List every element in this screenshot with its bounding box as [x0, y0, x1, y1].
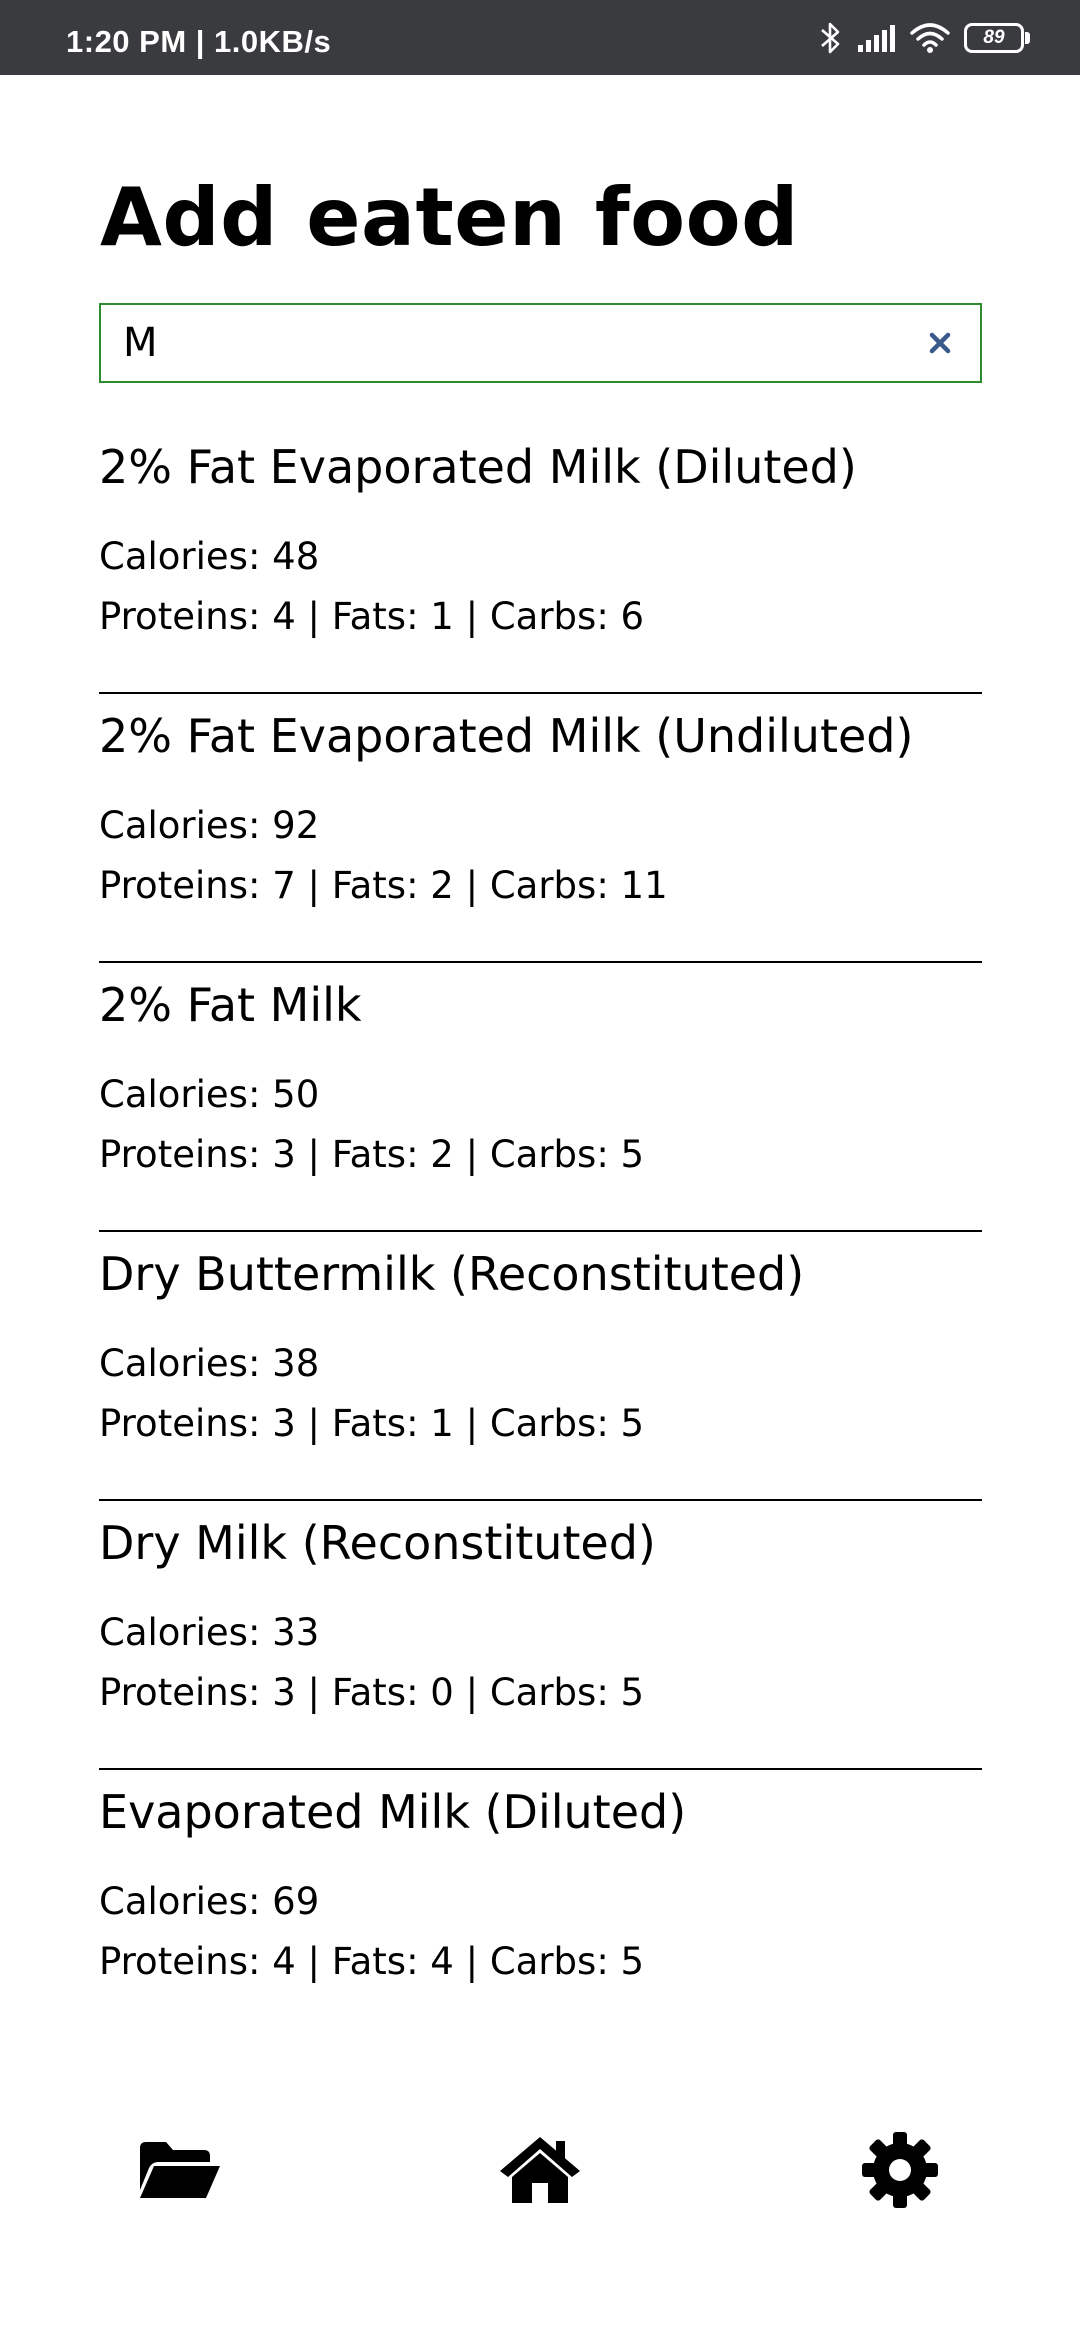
bottom-nav	[0, 2110, 1080, 2230]
food-list-item[interactable]: 2% Fat Evaporated Milk (Diluted) Calorie…	[99, 425, 982, 694]
food-results-list: 2% Fat Evaporated Milk (Diluted) Calorie…	[99, 425, 982, 2039]
food-name: Dry Buttermilk (Reconstituted)	[99, 1247, 805, 1301]
food-name: Dry Milk (Reconstituted)	[99, 1516, 656, 1570]
folder-open-icon	[140, 2142, 220, 2198]
page-title: Add eaten food	[100, 171, 799, 264]
battery-level: 89	[964, 23, 1024, 53]
status-time: 1:20 PM | 1.0KB/s	[66, 24, 332, 59]
food-name: 2% Fat Milk	[99, 978, 362, 1032]
battery-icon: 89	[964, 23, 1030, 53]
wifi-icon	[910, 23, 950, 53]
status-icons: 89	[820, 18, 1030, 58]
food-macros: Proteins: 7 | Fats: 2 | Carbs: 11	[99, 864, 668, 907]
food-macros: Proteins: 3 | Fats: 0 | Carbs: 5	[99, 1671, 645, 1714]
food-list-item[interactable]: Dry Milk (Reconstituted) Calories: 33 Pr…	[99, 1501, 982, 1770]
nav-settings-button[interactable]	[840, 2110, 960, 2230]
food-name: 2% Fat Evaporated Milk (Diluted)	[99, 440, 857, 494]
food-calories: Calories: 48	[99, 535, 320, 578]
food-calories: Calories: 50	[99, 1073, 320, 1116]
food-macros: Proteins: 3 | Fats: 2 | Carbs: 5	[99, 1133, 645, 1176]
bluetooth-icon	[820, 20, 842, 56]
food-list-item[interactable]: Evaporated Milk (Diluted) Calories: 69 P…	[99, 1770, 982, 2039]
clear-search-button[interactable]	[900, 305, 980, 381]
food-calories: Calories: 38	[99, 1342, 320, 1385]
nav-home-button[interactable]	[480, 2110, 600, 2230]
gear-icon	[862, 2132, 938, 2208]
nav-history-button[interactable]	[120, 2110, 240, 2230]
food-name: 2% Fat Evaporated Milk (Undiluted)	[99, 709, 914, 763]
status-bar: 1:20 PM | 1.0KB/s 89	[0, 0, 1080, 75]
food-calories: Calories: 33	[99, 1611, 320, 1654]
home-icon	[500, 2137, 580, 2203]
food-name: Evaporated Milk (Diluted)	[99, 1785, 687, 1839]
food-macros: Proteins: 4 | Fats: 1 | Carbs: 6	[99, 595, 645, 638]
food-list-item[interactable]: 2% Fat Evaporated Milk (Undiluted) Calor…	[99, 694, 982, 963]
search-input[interactable]	[101, 305, 900, 381]
food-macros: Proteins: 3 | Fats: 1 | Carbs: 5	[99, 1402, 645, 1445]
close-icon	[929, 332, 951, 354]
food-calories: Calories: 69	[99, 1880, 320, 1923]
signal-icon	[856, 23, 896, 53]
search-box	[99, 303, 982, 383]
food-list-item[interactable]: 2% Fat Milk Calories: 50 Proteins: 3 | F…	[99, 963, 982, 1232]
food-calories: Calories: 92	[99, 804, 320, 847]
food-list-item[interactable]: Dry Buttermilk (Reconstituted) Calories:…	[99, 1232, 982, 1501]
food-macros: Proteins: 4 | Fats: 4 | Carbs: 5	[99, 1940, 645, 1983]
